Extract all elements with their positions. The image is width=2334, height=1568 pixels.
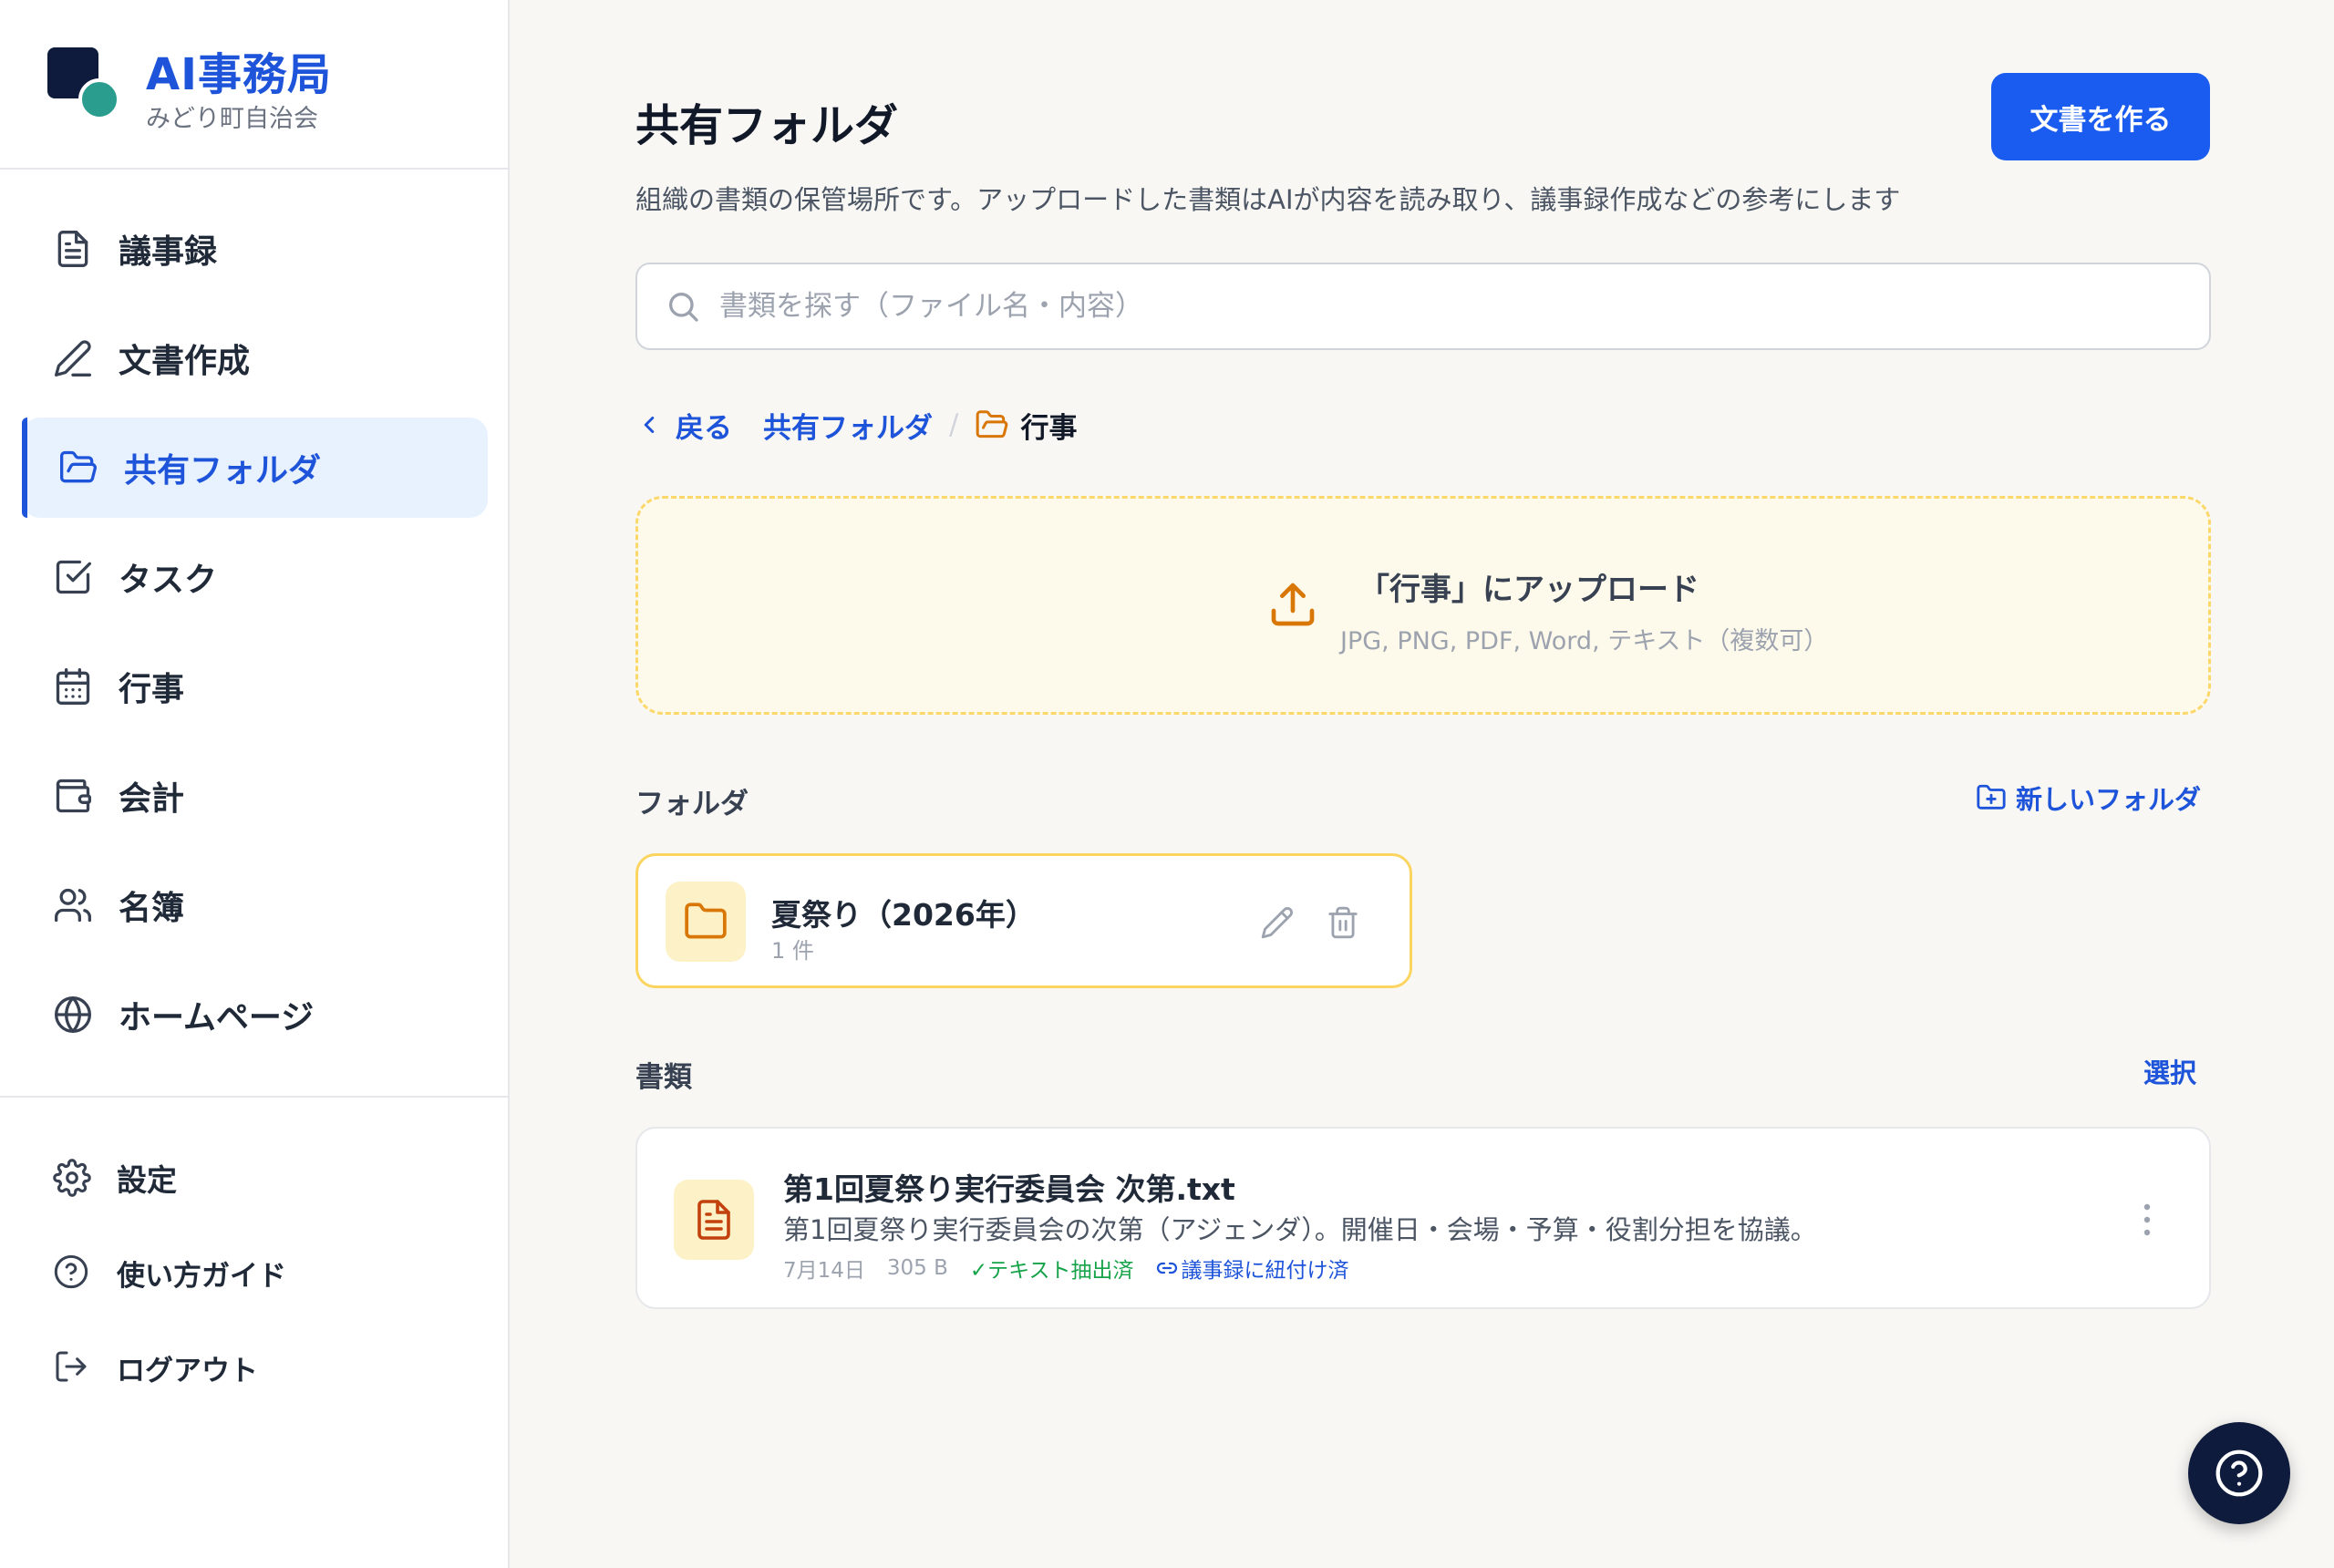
folder-open-icon xyxy=(58,448,98,488)
sidebar-item-label: タスク xyxy=(119,562,218,599)
link-icon xyxy=(1156,1262,1177,1274)
upload-title: 「行事」にアップロード xyxy=(1358,572,1699,608)
document-description: 第1回夏祭り実行委員会の次第（アジェンダ）。開催日・会場・予算・役割分担を協議。 xyxy=(783,1214,1817,1245)
sidebar-item-settings[interactable]: 設定 xyxy=(0,1130,510,1225)
sidebar: AI事務局 みどり町自治会 議事録 文書作成 共有フォルダ タスク 行事 会計 … xyxy=(0,0,510,1568)
breadcrumb-root-link[interactable]: 共有フォルダ xyxy=(763,405,933,446)
help-circle-icon xyxy=(2214,1448,2265,1499)
main-nav: 議事録 文書作成 共有フォルダ タスク 行事 会計 名簿 ホームページ xyxy=(0,199,510,1074)
document-size: 305 B xyxy=(886,1256,948,1280)
back-link[interactable]: 戻る xyxy=(635,405,732,446)
sidebar-item-label: 設定 xyxy=(117,1162,177,1198)
logout-icon xyxy=(53,1348,91,1387)
help-button[interactable] xyxy=(2188,1422,2290,1524)
document-card[interactable]: 第1回夏祭り実行委員会 次第.txt 第1回夏祭り実行委員会の次第（アジェンダ）… xyxy=(635,1127,2211,1309)
upload-hint: JPG, PNG, PDF, Word, テキスト（複数可） xyxy=(1340,627,1829,655)
sidebar-item-homepage[interactable]: ホームページ xyxy=(0,965,510,1065)
breadcrumb: 戻る 共有フォルダ / 行事 xyxy=(635,401,1077,449)
wallet-icon xyxy=(53,776,93,816)
sidebar-item-events[interactable]: 行事 xyxy=(0,636,510,737)
users-icon xyxy=(53,885,93,925)
sidebar-item-documents[interactable]: 文書作成 xyxy=(0,308,510,408)
status-linked-badge: 議事録に紐付け済 xyxy=(1156,1253,1371,1284)
create-document-button[interactable]: 文書を作る xyxy=(1991,73,2210,160)
folder-name: 夏祭り（2026年） xyxy=(771,897,1036,933)
breadcrumb-current-label: 行事 xyxy=(1020,411,1078,445)
sidebar-item-logout[interactable]: ログアウト xyxy=(0,1320,510,1415)
document-name: 第1回夏祭り実行委員会 次第.txt xyxy=(783,1171,1235,1207)
document-meta: 7月14日 305 B ✓テキスト抽出済 議事録に紐付け済 xyxy=(783,1253,1393,1284)
folder-card[interactable]: 夏祭り（2026年） 1 件 xyxy=(635,853,1412,988)
search-input[interactable] xyxy=(719,290,2209,323)
folders-section-label: フォルダ xyxy=(635,788,749,820)
more-vertical-icon[interactable] xyxy=(2140,1200,2154,1240)
sidebar-item-label: 使い方ガイド xyxy=(117,1259,286,1293)
sidebar-item-label: 行事 xyxy=(119,671,185,708)
gear-icon xyxy=(53,1159,91,1197)
app-subtitle: みどり町自治会 xyxy=(146,105,318,133)
sidebar-item-minutes[interactable]: 議事録 xyxy=(0,199,510,299)
back-label: 戻る xyxy=(676,411,732,445)
app-title: AI事務局 xyxy=(146,49,333,100)
text-file-icon xyxy=(674,1180,754,1260)
sidebar-item-label: 会計 xyxy=(119,780,185,818)
sidebar-item-label: 共有フォルダ xyxy=(124,452,322,490)
folder-count: 1 件 xyxy=(771,938,814,964)
sidebar-item-accounting[interactable]: 会計 xyxy=(0,746,510,846)
page-title: 共有フォルダ xyxy=(635,100,899,151)
upload-dropzone[interactable]: 「行事」にアップロード JPG, PNG, PDF, Word, テキスト（複数… xyxy=(635,496,2211,715)
sidebar-item-label: 文書作成 xyxy=(119,343,251,380)
status-linked-label: 議事録に紐付け済 xyxy=(1181,1259,1349,1283)
brand-header: AI事務局 みどり町自治会 xyxy=(0,0,508,170)
checkbox-icon xyxy=(53,557,93,597)
app-logo xyxy=(47,47,120,120)
sidebar-item-label: 名簿 xyxy=(119,890,185,927)
search-icon xyxy=(665,288,701,325)
sidebar-item-label: ログアウト xyxy=(117,1354,258,1387)
select-button[interactable]: 選択 xyxy=(2143,1052,2196,1090)
sidebar-item-label: 議事録 xyxy=(119,233,218,271)
search-bar xyxy=(635,263,2211,350)
status-extracted-badge: ✓テキスト抽出済 xyxy=(969,1259,1134,1283)
calendar-icon xyxy=(53,666,93,707)
edit-pencil-icon[interactable] xyxy=(1260,905,1295,940)
sidebar-item-tasks[interactable]: タスク xyxy=(0,527,510,627)
folder-plus-icon xyxy=(1976,782,2007,813)
sidebar-item-guide[interactable]: 使い方ガイド xyxy=(0,1225,510,1320)
new-folder-button[interactable]: 新しいフォルダ xyxy=(1976,779,2201,817)
main-content: 共有フォルダ 組織の書類の保管場所です。アップロードした書類はAIが内容を読み取… xyxy=(511,0,2334,1568)
help-circle-icon xyxy=(53,1253,91,1292)
folder-icon xyxy=(666,882,746,962)
sidebar-item-label: ホームページ xyxy=(119,999,315,1037)
breadcrumb-separator: / xyxy=(949,408,959,441)
documents-section-label: 書類 xyxy=(635,1061,692,1094)
sidebar-bottom-nav: 設定 使い方ガイド ログアウト xyxy=(0,1130,510,1415)
document-icon xyxy=(53,229,93,269)
document-date: 7月14日 xyxy=(783,1259,865,1283)
pen-icon xyxy=(53,338,93,378)
sidebar-item-roster[interactable]: 名簿 xyxy=(0,855,510,955)
trash-icon[interactable] xyxy=(1326,905,1360,940)
new-folder-label: 新しいフォルダ xyxy=(2016,784,2202,815)
folder-open-icon xyxy=(975,407,1009,442)
globe-icon xyxy=(53,995,93,1035)
upload-icon xyxy=(1267,579,1318,630)
chevron-left-icon xyxy=(635,411,663,438)
page-description: 組織の書類の保管場所です。アップロードした書類はAIが内容を読み取り、議事録作成… xyxy=(635,184,1901,215)
sidebar-divider xyxy=(0,1096,510,1098)
sidebar-item-shared-folder[interactable]: 共有フォルダ xyxy=(22,418,488,518)
breadcrumb-current: 行事 xyxy=(975,405,1077,446)
